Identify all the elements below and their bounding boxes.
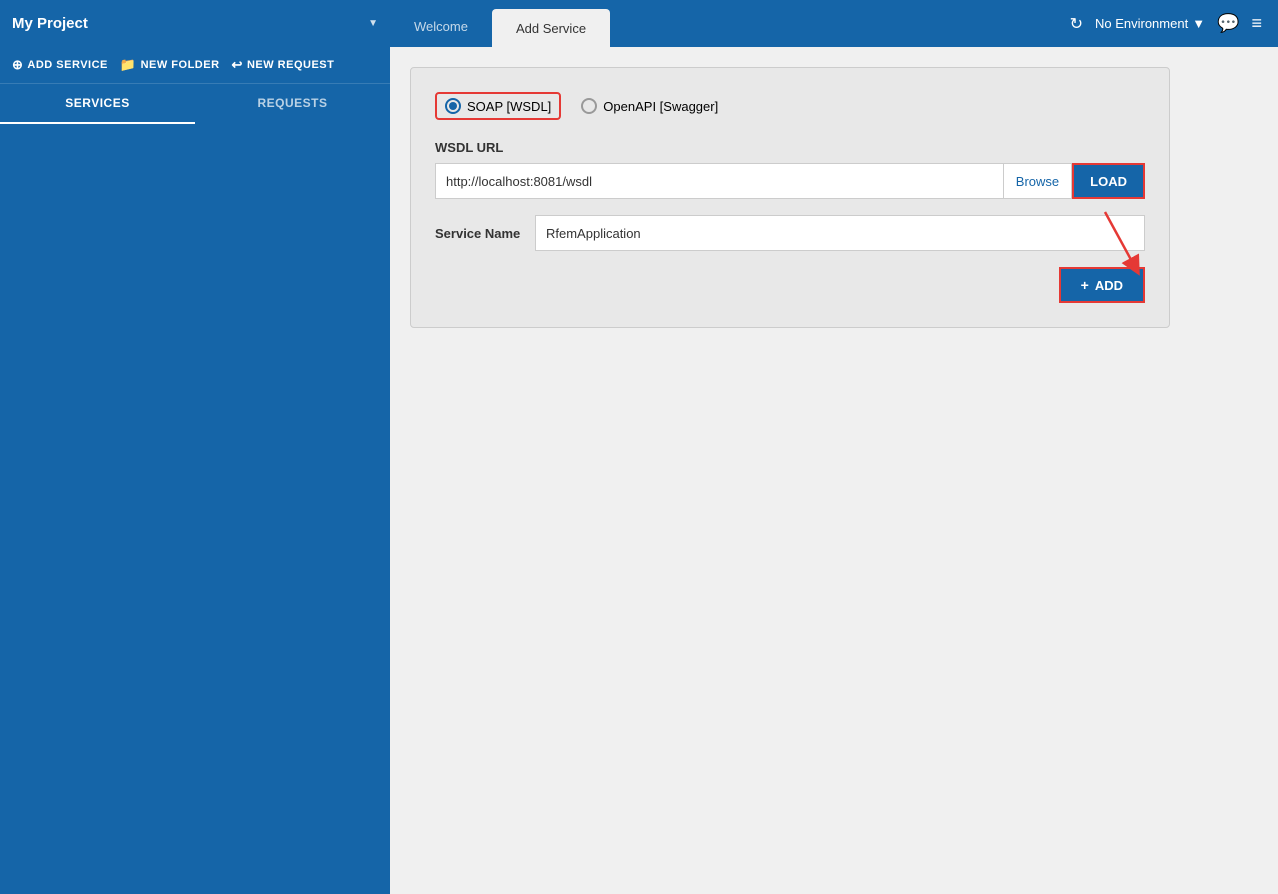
sidebar-tabs: SERVICES REQUESTS xyxy=(0,84,390,124)
tab-bar: Welcome Add Service xyxy=(390,0,1070,47)
project-dropdown-arrow: ▼ xyxy=(368,18,378,29)
add-button-row: + ADD xyxy=(435,267,1145,303)
top-bar-right: ↻ No Environment ▼ 💬 ≡ xyxy=(1070,13,1278,34)
sidebar-tab-services[interactable]: SERVICES xyxy=(0,84,195,124)
new-folder-label: NEW FOLDER xyxy=(141,59,220,71)
add-service-label: ADD SERVICE xyxy=(27,59,107,71)
refresh-icon[interactable]: ↻ xyxy=(1070,14,1083,34)
url-input-row: Browse LOAD xyxy=(435,163,1145,199)
openapi-option[interactable]: OpenAPI [Swagger] xyxy=(581,98,718,114)
annotation-container: + ADD xyxy=(435,267,1145,303)
sidebar-actions: ⊕ ADD SERVICE 📁 NEW FOLDER ↩ NEW REQUEST xyxy=(0,47,390,84)
environment-selector[interactable]: No Environment ▼ xyxy=(1095,16,1205,31)
new-folder-icon: 📁 xyxy=(120,57,137,73)
tab-add-service[interactable]: Add Service xyxy=(492,9,610,47)
tab-welcome[interactable]: Welcome xyxy=(390,9,492,47)
service-name-input[interactable] xyxy=(535,215,1145,251)
soap-wsdl-label: SOAP [WSDL] xyxy=(467,99,551,114)
env-label: No Environment xyxy=(1095,16,1188,31)
add-service-button[interactable]: ⊕ ADD SERVICE xyxy=(12,57,108,73)
openapi-label: OpenAPI [Swagger] xyxy=(603,99,718,114)
wsdl-url-label: WSDL URL xyxy=(435,140,1145,155)
load-button[interactable]: LOAD xyxy=(1072,163,1145,199)
project-name-text: My Project xyxy=(12,15,88,32)
new-folder-button[interactable]: 📁 NEW FOLDER xyxy=(120,57,220,73)
chat-icon[interactable]: 💬 xyxy=(1217,13,1239,34)
add-button-label: ADD xyxy=(1095,278,1123,293)
main-content: SOAP [WSDL] OpenAPI [Swagger] WSDL URL B… xyxy=(390,47,1278,894)
browse-button[interactable]: Browse xyxy=(1004,163,1072,199)
sidebar: ⊕ ADD SERVICE 📁 NEW FOLDER ↩ NEW REQUEST… xyxy=(0,47,390,894)
add-service-icon: ⊕ xyxy=(12,57,23,73)
add-button[interactable]: + ADD xyxy=(1059,267,1145,303)
sidebar-content xyxy=(0,124,390,894)
new-request-label: NEW REQUEST xyxy=(247,59,334,71)
sidebar-tab-requests[interactable]: REQUESTS xyxy=(195,84,390,124)
env-dropdown-arrow: ▼ xyxy=(1192,16,1205,31)
wsdl-url-input[interactable] xyxy=(435,163,1004,199)
new-request-icon: ↩ xyxy=(232,57,243,73)
soap-wsdl-radio[interactable] xyxy=(445,98,461,114)
project-title[interactable]: My Project ▼ xyxy=(0,0,390,47)
service-name-label: Service Name xyxy=(435,226,535,241)
service-type-radio-group: SOAP [WSDL] OpenAPI [Swagger] xyxy=(435,92,1145,120)
service-name-row: Service Name xyxy=(435,215,1145,251)
menu-icon[interactable]: ≡ xyxy=(1251,13,1262,34)
soap-wsdl-option[interactable]: SOAP [WSDL] xyxy=(435,92,561,120)
new-request-button[interactable]: ↩ NEW REQUEST xyxy=(232,57,335,73)
plus-icon: + xyxy=(1081,277,1089,293)
add-service-form: SOAP [WSDL] OpenAPI [Swagger] WSDL URL B… xyxy=(410,67,1170,328)
openapi-radio[interactable] xyxy=(581,98,597,114)
